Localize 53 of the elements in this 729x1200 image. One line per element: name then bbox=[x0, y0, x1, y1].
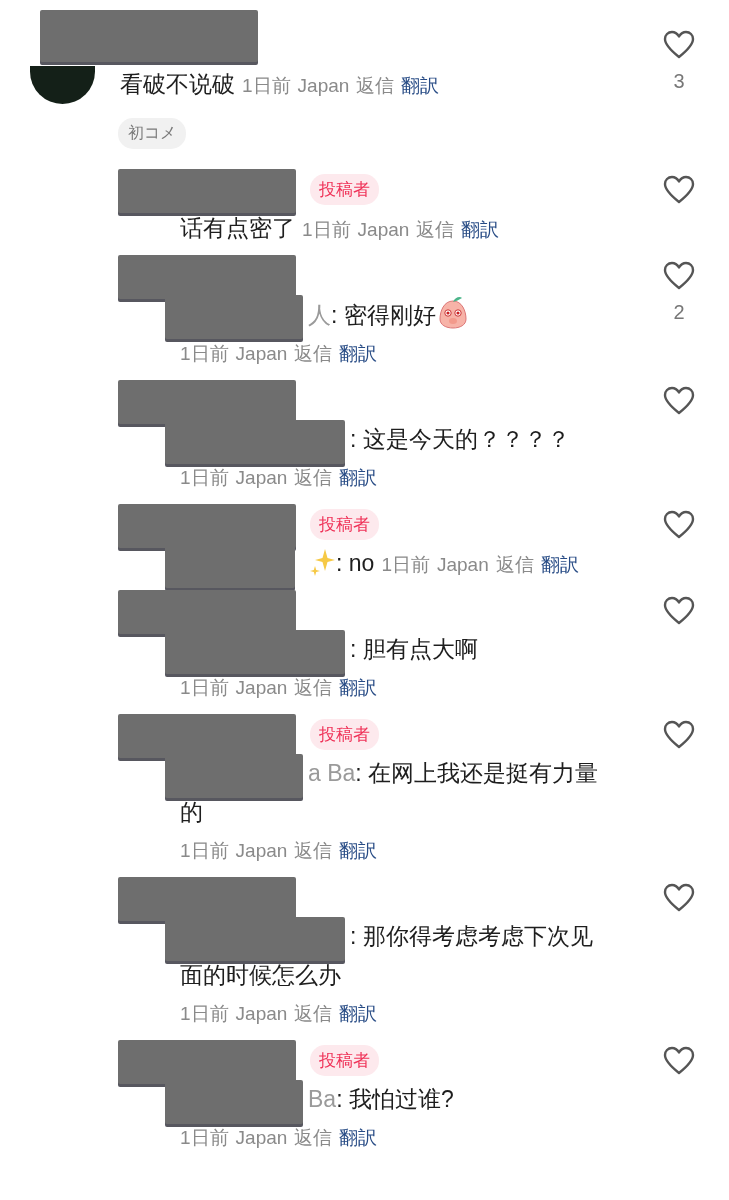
post-region: Japan bbox=[235, 1003, 288, 1024]
heart-icon[interactable] bbox=[663, 386, 695, 416]
comment-text: 人: 密得刚好 bbox=[308, 302, 436, 328]
translate-link[interactable]: 翻訳 bbox=[339, 840, 378, 861]
comment-text: a Ba: 在网上我还是挺有力量的 bbox=[180, 760, 599, 825]
post-time: 1日前 bbox=[242, 75, 291, 96]
post-time: 1日前 bbox=[381, 554, 430, 575]
post-region: Japan bbox=[235, 840, 288, 861]
post-time: 1日前 bbox=[180, 840, 229, 861]
translate-link[interactable]: 翻訳 bbox=[339, 1003, 378, 1024]
translate-link[interactable]: 翻訳 bbox=[339, 343, 378, 364]
translate-link[interactable]: 翻訳 bbox=[461, 219, 500, 240]
post-time: 1日前 bbox=[180, 1003, 229, 1024]
heart-icon[interactable] bbox=[663, 1046, 695, 1076]
comment-text: : no bbox=[336, 550, 375, 576]
heart-icon[interactable] bbox=[663, 720, 695, 750]
like-count: 2 bbox=[673, 301, 685, 324]
post-region: Japan bbox=[357, 219, 410, 240]
comment-tag: 初コメ bbox=[118, 118, 186, 149]
post-region: Japan bbox=[436, 554, 489, 575]
post-time: 1日前 bbox=[180, 1127, 229, 1148]
comment-text: : 胆有点大啊 bbox=[350, 636, 478, 662]
translate-link[interactable]: 翻訳 bbox=[401, 75, 440, 96]
translate-link[interactable]: 翻訳 bbox=[339, 467, 378, 488]
heart-icon[interactable] bbox=[663, 261, 695, 291]
comment-text: 话有点密了 bbox=[180, 215, 295, 241]
comment-text: Ba: 我怕过谁? bbox=[308, 1086, 454, 1112]
post-time: 1日前 bbox=[180, 677, 229, 698]
post-region: Japan bbox=[297, 75, 350, 96]
post-region: Japan bbox=[235, 1127, 288, 1148]
heart-icon[interactable] bbox=[663, 175, 695, 205]
avatar[interactable] bbox=[30, 66, 95, 104]
post-region: Japan bbox=[235, 677, 288, 698]
heart-icon[interactable] bbox=[663, 883, 695, 913]
heart-icon[interactable] bbox=[663, 30, 695, 60]
heart-icon[interactable] bbox=[663, 510, 695, 540]
comment-text: : 那你得考虑考虑下次见面的时候怎么办 bbox=[180, 923, 593, 988]
heart-icon[interactable] bbox=[663, 596, 695, 626]
post-region: Japan bbox=[235, 343, 288, 364]
translate-link[interactable]: 翻訳 bbox=[339, 677, 378, 698]
post-time: 1日前 bbox=[302, 219, 351, 240]
translate-link[interactable]: 翻訳 bbox=[540, 554, 579, 575]
like-count: 3 bbox=[673, 70, 685, 93]
comment-text: : 这是今天的？？？？ bbox=[350, 426, 570, 452]
author-badge: 投稿者 bbox=[310, 718, 379, 750]
author-badge: 投稿者 bbox=[310, 508, 379, 540]
comment-text: 看破不说破 bbox=[120, 71, 235, 97]
post-time: 1日前 bbox=[180, 343, 229, 364]
author-badge: 投稿者 bbox=[310, 173, 379, 205]
translate-link[interactable]: 翻訳 bbox=[339, 1127, 378, 1148]
author-badge: 投稿者 bbox=[310, 1044, 379, 1076]
post-time: 1日前 bbox=[180, 467, 229, 488]
post-region: Japan bbox=[235, 467, 288, 488]
